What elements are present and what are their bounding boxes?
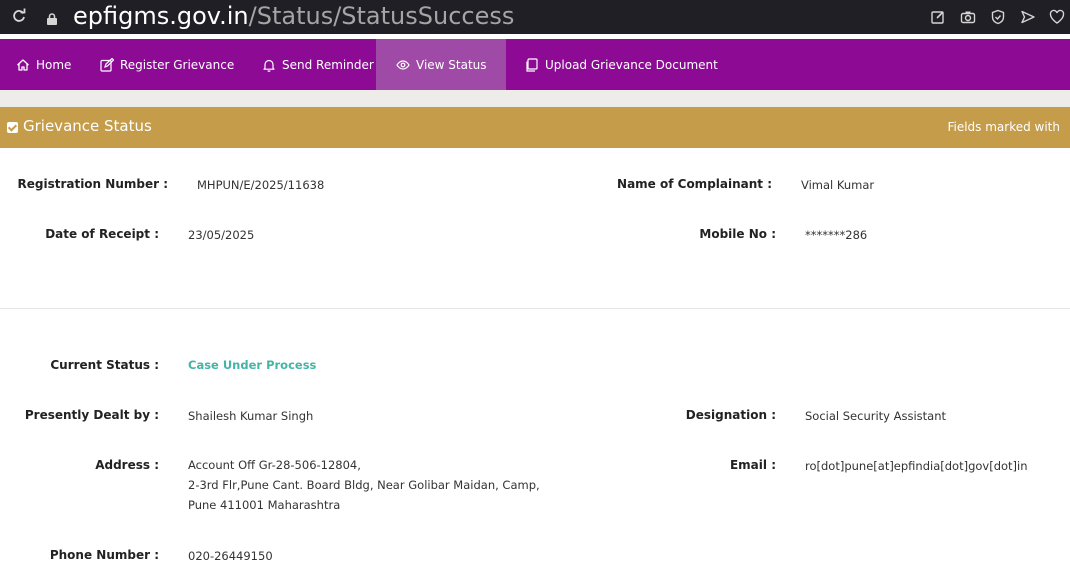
main-nav: Home Register Grievance Send Reminder Vi… (0, 39, 1070, 90)
nav-register-grievance[interactable]: Register Grievance (100, 39, 234, 90)
current-status-value: Case Under Process (188, 358, 317, 372)
section-header: Grievance Status Fields marked with (0, 107, 1070, 148)
required-fields-note: Fields marked with (947, 120, 1060, 134)
current-status-label: Current Status : (50, 358, 159, 372)
address-line: Account Off Gr-28-506-12804, (188, 458, 361, 472)
registration-number-label: Registration Number : (17, 177, 168, 191)
browser-toolbar: epfigms.gov.in/Status/StatusSuccess (0, 0, 1070, 34)
nav-register-grievance-label: Register Grievance (120, 57, 235, 72)
email-label: Email : (729, 458, 776, 472)
receipt-date-value: 23/05/2025 (188, 228, 255, 242)
lock-icon[interactable] (47, 10, 57, 25)
nav-upload-document-label: Upload Grievance Document (545, 57, 718, 72)
camera-icon[interactable] (960, 9, 976, 25)
reload-icon[interactable] (11, 8, 27, 24)
section-divider (0, 308, 1070, 309)
dealt-by-label: Presently Dealt by : (24, 408, 159, 422)
url-path: /Status/StatusSuccess (248, 2, 515, 30)
nav-spacer-strip (0, 90, 1070, 107)
designation-label: Designation : (685, 408, 776, 422)
address-line: Pune 411001 Maharashtra (188, 498, 341, 512)
address-line: 2-3rd Flr,Pune Cant. Board Bldg, Near Go… (188, 478, 540, 492)
nav-send-reminder[interactable]: Send Reminder (262, 39, 374, 90)
section-title: Grievance Status (23, 117, 152, 135)
address-label: Address : (95, 458, 159, 472)
nav-upload-document[interactable]: Upload Grievance Document (525, 39, 718, 90)
address-value: Account Off Gr-28-506-12804, 2-3rd Flr,P… (188, 455, 540, 515)
receipt-date-label: Date of Receipt : (45, 227, 159, 241)
nav-home[interactable]: Home (16, 39, 71, 90)
edit-icon (100, 57, 114, 72)
dealt-by-value: Shailesh Kumar Singh (188, 409, 314, 423)
eye-icon (396, 59, 410, 70)
nav-send-reminder-label: Send Reminder (282, 57, 374, 72)
nav-home-label: Home (36, 57, 72, 72)
heart-icon[interactable] (1049, 9, 1065, 25)
complainant-value: Vimal Kumar (801, 178, 875, 192)
registration-number-value: MHPUN/E/2025/11638 (197, 178, 325, 192)
complainant-label: Name of Complainant : (617, 177, 772, 191)
mobile-value: *******286 (805, 228, 868, 242)
document-icon (526, 57, 538, 72)
address-bar[interactable]: epfigms.gov.in/Status/StatusSuccess (73, 1, 514, 31)
phone-value: 020-26449150 (188, 549, 273, 563)
nav-view-status-label: View Status (416, 57, 487, 72)
phone-label: Phone Number : (49, 548, 159, 562)
home-icon (17, 58, 29, 71)
nav-view-status[interactable]: View Status (376, 39, 506, 90)
checkbox-icon (7, 122, 18, 133)
email-value: ro[dot]pune[at]epfindia[dot]gov[dot]in (805, 459, 1028, 473)
designation-value: Social Security Assistant (805, 409, 947, 423)
shield-icon[interactable] (990, 9, 1006, 25)
mobile-label: Mobile No : (699, 227, 776, 241)
send-icon[interactable] (1020, 9, 1036, 25)
bell-icon (263, 59, 275, 72)
url-domain: epfigms.gov.in (73, 2, 249, 30)
edit-page-icon[interactable] (930, 9, 946, 25)
